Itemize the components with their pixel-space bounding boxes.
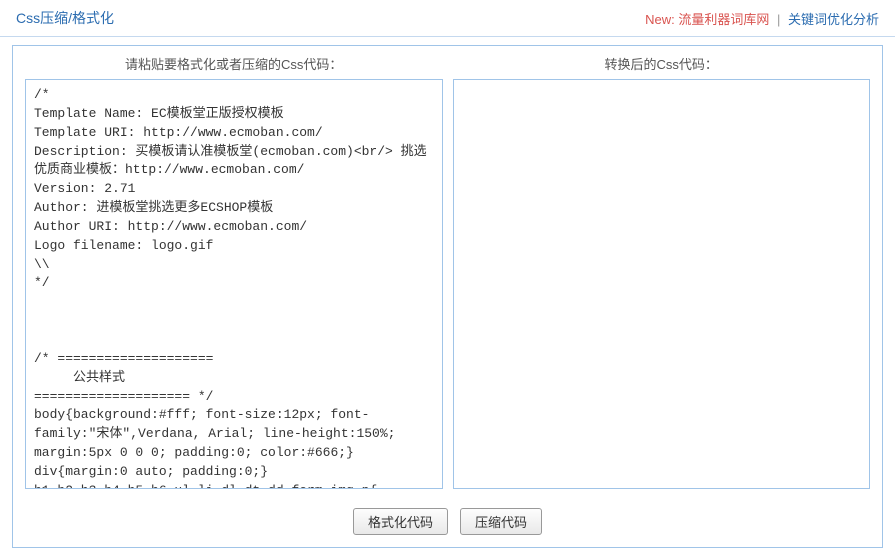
left-textarea-wrap	[25, 79, 443, 492]
format-button[interactable]: 格式化代码	[353, 508, 448, 535]
right-title: 转换后的Css代码：	[605, 54, 718, 73]
main-container: 请粘贴要格式化或者压缩的Css代码： 转换后的Css代码： 格式化代码 压缩代码	[12, 45, 883, 548]
button-row: 格式化代码 压缩代码	[13, 508, 882, 535]
top-right-links: New: 流量利器词库网 | 关键词优化分析	[645, 9, 879, 28]
left-title: 请粘贴要格式化或者压缩的Css代码：	[125, 54, 342, 73]
top-bar: Css压缩/格式化 New: 流量利器词库网 | 关键词优化分析	[0, 0, 895, 37]
output-css-textarea[interactable]	[453, 79, 871, 489]
separator: |	[777, 12, 780, 27]
right-column: 转换后的Css代码：	[453, 54, 871, 492]
new-label: New:	[645, 12, 675, 27]
input-css-textarea[interactable]	[25, 79, 443, 489]
link-keyword-analysis[interactable]: 关键词优化分析	[788, 12, 879, 27]
columns: 请粘贴要格式化或者压缩的Css代码： 转换后的Css代码：	[13, 46, 882, 504]
right-textarea-wrap	[453, 79, 871, 492]
page-title: Css压缩/格式化	[16, 8, 114, 28]
link-traffic-tool[interactable]: 流量利器词库网	[678, 12, 769, 27]
left-column: 请粘贴要格式化或者压缩的Css代码：	[25, 54, 443, 492]
compress-button[interactable]: 压缩代码	[460, 508, 542, 535]
